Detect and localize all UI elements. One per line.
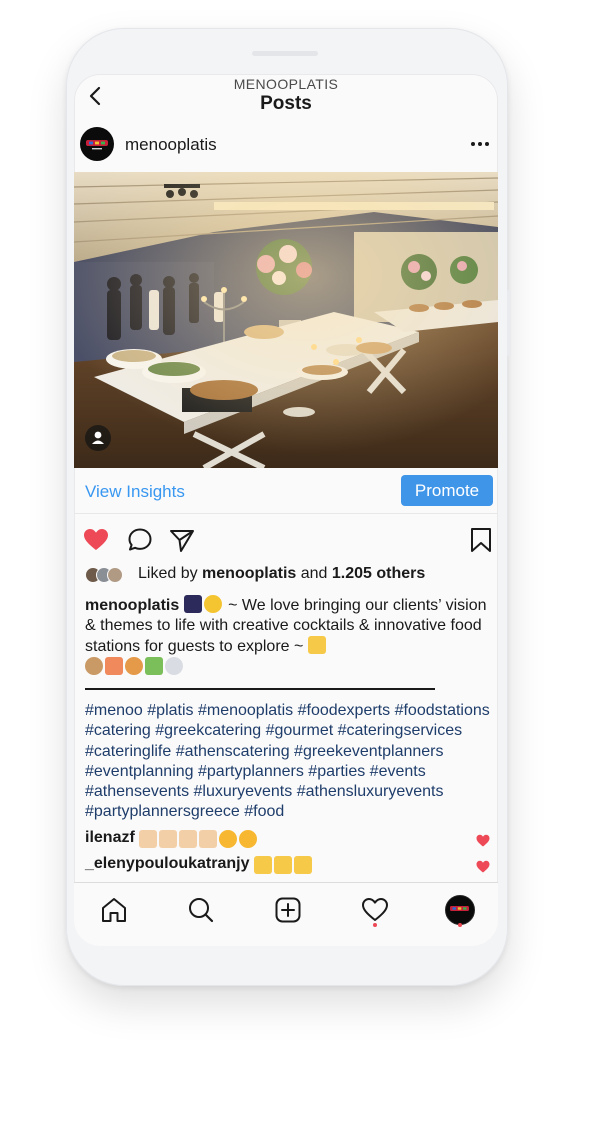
page-title: Posts	[260, 93, 312, 114]
comment-emojis	[139, 830, 259, 850]
fireworks-emoji-icon	[183, 595, 202, 613]
hashtag[interactable]: #athensluxuryevents	[297, 783, 444, 800]
hashtag[interactable]: #athenscatering	[176, 743, 290, 760]
hashtag[interactable]: #partyplannersgreece	[85, 803, 240, 820]
insights-bar: View Insights Promote	[74, 472, 498, 514]
liked-and: and	[300, 565, 328, 582]
clapping-hands-emoji-icon	[159, 830, 178, 848]
comment-row: _elenypouloukatranjy	[85, 855, 490, 879]
promote-button[interactable]: Promote	[401, 475, 493, 506]
profile-avatar[interactable]	[80, 127, 114, 161]
hashtag[interactable]: #eventplanning	[85, 763, 194, 780]
thumbs-up-emoji-icon	[139, 830, 158, 848]
user-tag-button[interactable]	[85, 425, 111, 451]
catering-photo-illustration	[74, 172, 498, 468]
hashtag[interactable]: #cateringlife	[85, 743, 171, 760]
hashtag[interactable]: #athensevents	[85, 783, 189, 800]
kissing-face-emoji-icon	[239, 830, 258, 848]
burrito-emoji-icon	[85, 657, 103, 675]
post-photo[interactable]	[74, 172, 498, 468]
comment-username[interactable]: ilenazf	[85, 829, 135, 846]
shaved-ice-emoji-icon	[165, 657, 183, 675]
top-navigation-bar: MENOOPLATIS Posts	[74, 74, 498, 118]
post-actions	[74, 520, 498, 560]
comment-username[interactable]: _elenypouloukatranjy	[85, 855, 250, 872]
clapping-hands-emoji-icon	[179, 830, 198, 848]
kissing-face-emoji-icon	[219, 830, 238, 848]
heart-filled-icon[interactable]	[82, 526, 110, 554]
user-tag-icon	[92, 431, 104, 444]
hashtag[interactable]: #foodstations	[395, 702, 490, 719]
brand-logo-icon	[450, 906, 469, 911]
post-caption: menooplatis ~ We love bringing our clien…	[85, 595, 490, 678]
phone-side-button	[507, 290, 511, 356]
clapping-hands-emoji-icon	[199, 830, 218, 848]
home-icon[interactable]	[99, 895, 129, 925]
comment-bubble-icon[interactable]	[126, 526, 154, 554]
hashtag[interactable]: #foodexperts	[298, 702, 391, 719]
caption-separator	[85, 688, 435, 690]
hashtag[interactable]: #partyplanners	[198, 763, 304, 780]
bottom-tab-bar	[74, 882, 498, 946]
liked-by-avatars	[85, 567, 133, 583]
comment-row: ilenazf	[85, 829, 490, 853]
liked-others-count[interactable]: 1.205 others	[332, 565, 425, 582]
clapping-hands-emoji-icon	[273, 856, 292, 874]
account-name-subtitle: MENOOPLATIS	[233, 76, 339, 92]
hashtag[interactable]: #food	[244, 803, 284, 820]
post-header: menooplatis	[74, 122, 498, 170]
skewer-emoji-icon	[145, 657, 163, 675]
hashtag[interactable]: #cateringservices	[338, 722, 463, 739]
hashtag[interactable]: #parties	[308, 763, 365, 780]
profile-notification-dot	[458, 923, 462, 927]
party-face-emoji-icon	[203, 595, 222, 613]
more-options-icon[interactable]	[468, 132, 492, 156]
cheese-emoji-icon	[307, 636, 326, 654]
comment-like-heart-icon[interactable]	[476, 834, 490, 847]
hashtag[interactable]: #events	[370, 763, 426, 780]
view-insights-link[interactable]: View Insights	[85, 482, 185, 502]
shrimp-emoji-icon	[125, 657, 143, 675]
comment-like-heart-icon[interactable]	[476, 860, 490, 873]
comment-emojis	[253, 856, 314, 876]
liked-prefix: Liked by	[138, 565, 198, 582]
hashtag[interactable]: #greekcatering	[155, 722, 261, 739]
hashtag[interactable]: #menoo	[85, 702, 143, 719]
liked-by-text: Liked by menooplatis and 1.205 others	[138, 565, 425, 583]
hashtag[interactable]: #platis	[147, 702, 193, 719]
add-post-icon[interactable]	[273, 895, 303, 925]
bookmark-icon[interactable]	[467, 526, 495, 554]
sushi-emoji-icon	[105, 657, 123, 675]
activity-heart-icon[interactable]	[360, 895, 390, 925]
hashtag[interactable]: #catering	[85, 722, 151, 739]
hashtag-list: #menoo #platis #menooplatis #foodexperts…	[85, 701, 497, 823]
liked-by-user[interactable]: menooplatis	[202, 565, 296, 582]
clapping-hands-emoji-icon	[253, 856, 272, 874]
hashtag[interactable]: #gourmet	[266, 722, 334, 739]
liker-avatar	[107, 567, 123, 583]
hashtag[interactable]: #luxuryevents	[194, 783, 293, 800]
hashtag[interactable]: #menooplatis	[198, 702, 293, 719]
brand-logo-icon	[81, 128, 113, 160]
activity-notification-dot	[373, 923, 377, 927]
app-screen: MENOOPLATIS Posts menooplatis View Insig…	[74, 74, 498, 946]
paper-plane-icon[interactable]	[168, 526, 196, 554]
hashtag[interactable]: #greekeventplanners	[294, 743, 443, 760]
search-icon[interactable]	[186, 895, 216, 925]
post-username[interactable]: menooplatis	[125, 135, 217, 155]
clapping-hands-emoji-icon	[293, 856, 312, 874]
profile-avatar-icon[interactable]	[445, 895, 475, 925]
caption-username[interactable]: menooplatis	[85, 597, 179, 614]
phone-speaker	[252, 51, 318, 56]
